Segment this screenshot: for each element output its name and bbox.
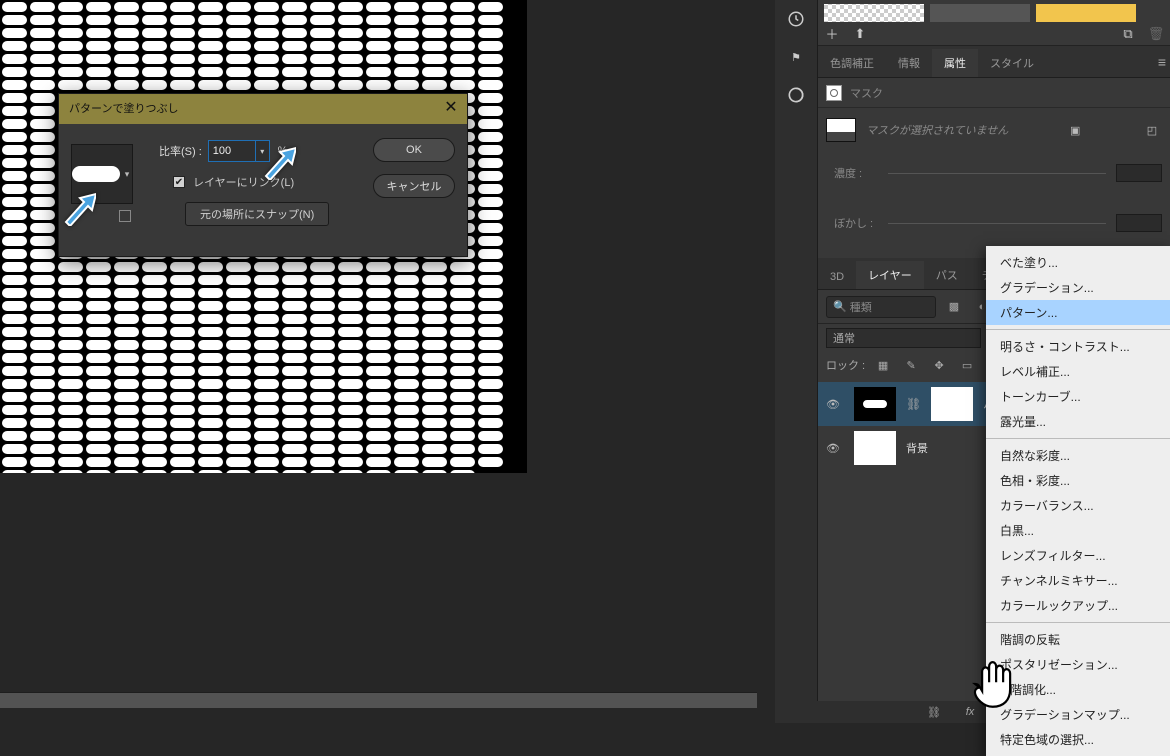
menu-item[interactable]: 自然な彩度... xyxy=(986,443,1170,468)
mask-type-icon[interactable] xyxy=(826,85,842,101)
menu-item[interactable]: グラデーション... xyxy=(986,275,1170,300)
menu-item[interactable]: パターン... xyxy=(986,300,1170,325)
dialog-titlebar[interactable]: パターンで塗りつぶし ✕ xyxy=(59,94,467,124)
snap-to-origin-button[interactable]: 元の場所にスナップ(N) xyxy=(185,202,329,226)
new-pattern-icon[interactable]: ＋ xyxy=(824,26,840,42)
menu-item[interactable]: カラールックアップ... xyxy=(986,593,1170,618)
menu-item[interactable]: 階調の反転 xyxy=(986,627,1170,652)
tab-color-adjust[interactable]: 色調補正 xyxy=(818,49,886,77)
panel-toolstrip: ⚑ xyxy=(775,0,817,723)
upload-pattern-icon[interactable]: ⬆ xyxy=(852,26,868,42)
layer-mask-thumbnail[interactable] xyxy=(931,387,973,421)
trash-icon[interactable]: 🗑 xyxy=(1148,26,1164,42)
menu-item[interactable]: レンズフィルター... xyxy=(986,543,1170,568)
feather-slider[interactable] xyxy=(888,223,1106,224)
feather-value[interactable] xyxy=(1116,214,1162,232)
lock-label: ロック : xyxy=(826,357,865,373)
tab-style[interactable]: スタイル xyxy=(978,49,1046,77)
pixel-mask-icon[interactable]: ▣ xyxy=(1065,120,1085,140)
annotation-hand-cursor xyxy=(962,656,1018,715)
menu-item[interactable]: 明るさ・コントラスト... xyxy=(986,334,1170,359)
link-layer-checkbox[interactable] xyxy=(173,176,185,188)
cancel-button[interactable]: キャンセル xyxy=(373,174,455,198)
menu-item[interactable]: トーンカーブ... xyxy=(986,384,1170,409)
link-icon[interactable]: ⛓ xyxy=(906,397,921,411)
annotation-arrow xyxy=(262,146,296,180)
vector-mask-icon[interactable]: ◰ xyxy=(1142,120,1162,140)
menu-item[interactable]: カラーバランス... xyxy=(986,493,1170,518)
tab-paths[interactable]: パス xyxy=(924,261,970,289)
mask-preview-thumb xyxy=(826,118,856,142)
lock-move-icon[interactable]: ✥ xyxy=(929,355,949,375)
panel-menu-icon[interactable]: ≡ xyxy=(1158,54,1166,70)
menu-item[interactable]: べた塗り... xyxy=(986,250,1170,275)
annotation-arrow xyxy=(62,192,96,226)
visibility-icon[interactable]: 👁 xyxy=(826,398,844,411)
lock-trans-icon[interactable]: ▦ xyxy=(873,355,893,375)
lock-artboard-icon[interactable]: ▭ xyxy=(957,355,977,375)
tab-properties[interactable]: 属性 xyxy=(932,49,978,77)
tab-3d[interactable]: 3D xyxy=(818,265,856,289)
flag-icon[interactable]: ⚑ xyxy=(781,42,811,72)
menu-item[interactable]: チャンネルミキサー... xyxy=(986,568,1170,593)
visibility-icon[interactable]: 👁 xyxy=(826,442,844,455)
properties-tabs: 色調補正 情報 属性 スタイル ≡ xyxy=(818,46,1170,78)
horizontal-scrollbar[interactable] xyxy=(0,692,757,708)
blend-mode-select[interactable]: 通常 xyxy=(826,328,981,348)
create-pattern-icon[interactable] xyxy=(119,210,131,222)
scale-label: 比率(S) : xyxy=(159,143,202,159)
history-icon[interactable] xyxy=(781,4,811,34)
pattern-preset-thumbs[interactable] xyxy=(818,0,1170,22)
mask-status-text: マスクが選択されていません xyxy=(866,122,1008,138)
menu-item[interactable]: 露光量... xyxy=(986,409,1170,434)
layer-filter-select[interactable]: 🔍 種類 xyxy=(826,296,936,318)
layer-thumbnail[interactable] xyxy=(854,387,896,421)
feather-label: ぼかし : xyxy=(834,215,888,231)
lock-paint-icon[interactable]: ✎ xyxy=(901,355,921,375)
filter-pixel-icon[interactable]: ▩ xyxy=(944,297,964,317)
layer-name[interactable]: 背景 xyxy=(906,440,928,456)
tab-layers[interactable]: レイヤー xyxy=(856,261,924,289)
menu-item[interactable]: 特定色域の選択... xyxy=(986,727,1170,752)
density-slider[interactable] xyxy=(888,173,1106,174)
layer-thumbnail[interactable] xyxy=(854,431,896,465)
dialog-title-text: パターンで塗りつぶし xyxy=(69,103,179,115)
mask-title: マスク xyxy=(850,85,883,101)
ok-button[interactable]: OK xyxy=(373,138,455,162)
menu-item[interactable]: 白黒... xyxy=(986,518,1170,543)
scale-input[interactable] xyxy=(208,140,256,162)
tab-info[interactable]: 情報 xyxy=(886,49,932,77)
cc-libraries-icon[interactable]: ⧉ xyxy=(1120,26,1136,42)
menu-item[interactable]: 色相・彩度... xyxy=(986,468,1170,493)
density-label: 濃度 : xyxy=(834,165,888,181)
link-layers-icon[interactable]: ⛓ xyxy=(924,702,944,722)
menu-item[interactable]: レベル補正... xyxy=(986,359,1170,384)
density-value[interactable] xyxy=(1116,164,1162,182)
close-icon[interactable]: ✕ xyxy=(441,98,461,118)
brush-preset-icon[interactable] xyxy=(781,80,811,110)
